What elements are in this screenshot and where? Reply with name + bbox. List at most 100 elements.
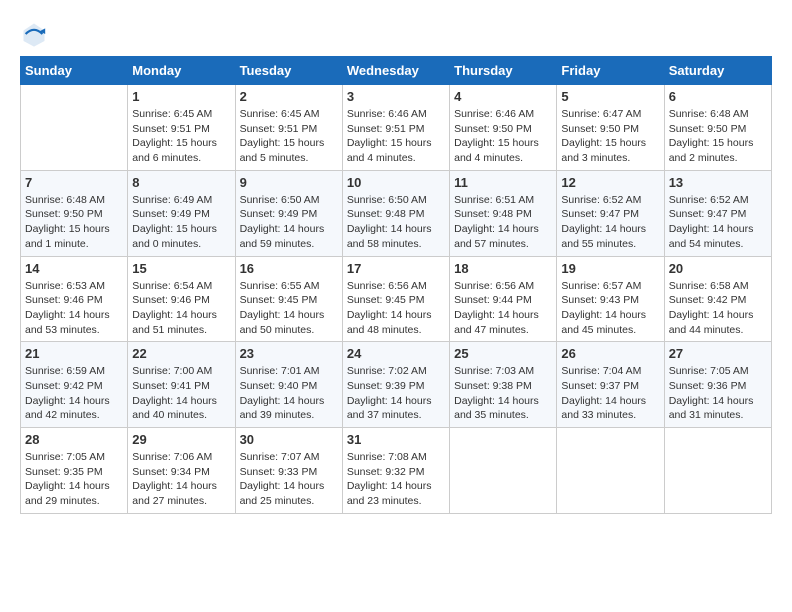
- calendar-week-row: 14 Sunrise: 6:53 AM Sunset: 9:46 PM Dayli…: [21, 256, 772, 342]
- day-number: 26: [561, 346, 659, 361]
- logo: [20, 20, 52, 48]
- calendar-cell: 29 Sunrise: 7:06 AM Sunset: 9:34 PM Dayli…: [128, 428, 235, 514]
- calendar-cell: 1 Sunrise: 6:45 AM Sunset: 9:51 PM Daylig…: [128, 85, 235, 171]
- calendar-cell: 30 Sunrise: 7:07 AM Sunset: 9:33 PM Dayli…: [235, 428, 342, 514]
- day-number: 16: [240, 261, 338, 276]
- day-info: Sunrise: 7:05 AM Sunset: 9:35 PM Dayligh…: [25, 450, 123, 509]
- day-number: 2: [240, 89, 338, 104]
- day-info: Sunrise: 6:56 AM Sunset: 9:45 PM Dayligh…: [347, 279, 445, 338]
- day-info: Sunrise: 6:50 AM Sunset: 9:48 PM Dayligh…: [347, 193, 445, 252]
- day-header-wednesday: Wednesday: [342, 57, 449, 85]
- day-number: 15: [132, 261, 230, 276]
- calendar-cell: 11 Sunrise: 6:51 AM Sunset: 9:48 PM Dayli…: [450, 170, 557, 256]
- day-info: Sunrise: 6:57 AM Sunset: 9:43 PM Dayligh…: [561, 279, 659, 338]
- day-number: 19: [561, 261, 659, 276]
- calendar-cell: 18Sunrise: 6:56 AM Sunset: 9:44 PM Dayli…: [450, 256, 557, 342]
- day-number: 10: [347, 175, 445, 190]
- day-info: Sunrise: 6:52 AM Sunset: 9:47 PM Dayligh…: [561, 193, 659, 252]
- day-info: Sunrise: 6:52 AM Sunset: 9:47 PM Dayligh…: [669, 193, 767, 252]
- day-info: Sunrise: 6:48 AM Sunset: 9:50 PM Dayligh…: [25, 193, 123, 252]
- day-info: Sunrise: 6:51 AM Sunset: 9:48 PM Dayligh…: [454, 193, 552, 252]
- day-number: 22: [132, 346, 230, 361]
- day-number: 13: [669, 175, 767, 190]
- calendar-cell: 24 Sunrise: 7:02 AM Sunset: 9:39 PM Dayli…: [342, 342, 449, 428]
- calendar-cell: 16 Sunrise: 6:55 AM Sunset: 9:45 PM Dayli…: [235, 256, 342, 342]
- day-number: 17: [347, 261, 445, 276]
- calendar-cell: 26Sunrise: 7:04 AM Sunset: 9:37 PM Dayli…: [557, 342, 664, 428]
- day-info: Sunrise: 7:06 AM Sunset: 9:34 PM Dayligh…: [132, 450, 230, 509]
- calendar-week-row: 21 Sunrise: 6:59 AM Sunset: 9:42 PM Dayli…: [21, 342, 772, 428]
- calendar-cell: 25Sunrise: 7:03 AM Sunset: 9:38 PM Dayli…: [450, 342, 557, 428]
- day-info: Sunrise: 7:08 AM Sunset: 9:32 PM Dayligh…: [347, 450, 445, 509]
- calendar-cell: 8 Sunrise: 6:49 AM Sunset: 9:49 PM Daylig…: [128, 170, 235, 256]
- calendar-cell: 17 Sunrise: 6:56 AM Sunset: 9:45 PM Dayli…: [342, 256, 449, 342]
- calendar-cell: 21 Sunrise: 6:59 AM Sunset: 9:42 PM Dayli…: [21, 342, 128, 428]
- day-number: 5: [561, 89, 659, 104]
- day-number: 8: [132, 175, 230, 190]
- calendar-cell: 4Sunrise: 6:46 AM Sunset: 9:50 PM Daylig…: [450, 85, 557, 171]
- day-number: 21: [25, 346, 123, 361]
- day-info: Sunrise: 7:02 AM Sunset: 9:39 PM Dayligh…: [347, 364, 445, 423]
- calendar-cell: 31 Sunrise: 7:08 AM Sunset: 9:32 PM Dayli…: [342, 428, 449, 514]
- day-info: Sunrise: 7:00 AM Sunset: 9:41 PM Dayligh…: [132, 364, 230, 423]
- calendar-cell: 10 Sunrise: 6:50 AM Sunset: 9:48 PM Dayli…: [342, 170, 449, 256]
- day-number: 30: [240, 432, 338, 447]
- day-number: 4: [454, 89, 552, 104]
- day-header-tuesday: Tuesday: [235, 57, 342, 85]
- calendar-week-row: 28 Sunrise: 7:05 AM Sunset: 9:35 PM Dayli…: [21, 428, 772, 514]
- day-info: Sunrise: 6:56 AM Sunset: 9:44 PM Dayligh…: [454, 279, 552, 338]
- calendar-cell: 27Sunrise: 7:05 AM Sunset: 9:36 PM Dayli…: [664, 342, 771, 428]
- calendar-table: SundayMondayTuesdayWednesdayThursdayFrid…: [20, 56, 772, 514]
- day-number: 11: [454, 175, 552, 190]
- calendar-cell: 2 Sunrise: 6:45 AM Sunset: 9:51 PM Daylig…: [235, 85, 342, 171]
- day-number: 3: [347, 89, 445, 104]
- calendar-cell: 3 Sunrise: 6:46 AM Sunset: 9:51 PM Daylig…: [342, 85, 449, 171]
- calendar-week-row: 7 Sunrise: 6:48 AM Sunset: 9:50 PM Daylig…: [21, 170, 772, 256]
- logo-icon: [20, 20, 48, 48]
- day-info: Sunrise: 6:50 AM Sunset: 9:49 PM Dayligh…: [240, 193, 338, 252]
- day-info: Sunrise: 6:53 AM Sunset: 9:46 PM Dayligh…: [25, 279, 123, 338]
- calendar-cell: [664, 428, 771, 514]
- day-info: Sunrise: 6:46 AM Sunset: 9:51 PM Dayligh…: [347, 107, 445, 166]
- day-number: 24: [347, 346, 445, 361]
- day-number: 7: [25, 175, 123, 190]
- day-number: 14: [25, 261, 123, 276]
- day-info: Sunrise: 6:45 AM Sunset: 9:51 PM Dayligh…: [240, 107, 338, 166]
- day-number: 28: [25, 432, 123, 447]
- day-number: 1: [132, 89, 230, 104]
- calendar-header-row: SundayMondayTuesdayWednesdayThursdayFrid…: [21, 57, 772, 85]
- day-number: 23: [240, 346, 338, 361]
- calendar-cell: 15 Sunrise: 6:54 AM Sunset: 9:46 PM Dayli…: [128, 256, 235, 342]
- calendar-cell: [557, 428, 664, 514]
- day-info: Sunrise: 7:01 AM Sunset: 9:40 PM Dayligh…: [240, 364, 338, 423]
- calendar-cell: 9Sunrise: 6:50 AM Sunset: 9:49 PM Daylig…: [235, 170, 342, 256]
- day-header-monday: Monday: [128, 57, 235, 85]
- calendar-cell: 19 Sunrise: 6:57 AM Sunset: 9:43 PM Dayli…: [557, 256, 664, 342]
- calendar-cell: 22 Sunrise: 7:00 AM Sunset: 9:41 PM Dayli…: [128, 342, 235, 428]
- day-info: Sunrise: 6:54 AM Sunset: 9:46 PM Dayligh…: [132, 279, 230, 338]
- day-header-thursday: Thursday: [450, 57, 557, 85]
- day-info: Sunrise: 7:03 AM Sunset: 9:38 PM Dayligh…: [454, 364, 552, 423]
- page-header: [20, 20, 772, 48]
- calendar-cell: 12 Sunrise: 6:52 AM Sunset: 9:47 PM Dayli…: [557, 170, 664, 256]
- day-info: Sunrise: 6:49 AM Sunset: 9:49 PM Dayligh…: [132, 193, 230, 252]
- day-number: 12: [561, 175, 659, 190]
- day-info: Sunrise: 6:48 AM Sunset: 9:50 PM Dayligh…: [669, 107, 767, 166]
- day-header-sunday: Sunday: [21, 57, 128, 85]
- day-number: 31: [347, 432, 445, 447]
- day-info: Sunrise: 6:58 AM Sunset: 9:42 PM Dayligh…: [669, 279, 767, 338]
- day-number: 29: [132, 432, 230, 447]
- day-info: Sunrise: 7:07 AM Sunset: 9:33 PM Dayligh…: [240, 450, 338, 509]
- calendar-cell: 14 Sunrise: 6:53 AM Sunset: 9:46 PM Dayli…: [21, 256, 128, 342]
- day-info: Sunrise: 6:55 AM Sunset: 9:45 PM Dayligh…: [240, 279, 338, 338]
- calendar-cell: 23 Sunrise: 7:01 AM Sunset: 9:40 PM Dayli…: [235, 342, 342, 428]
- calendar-cell: 7 Sunrise: 6:48 AM Sunset: 9:50 PM Daylig…: [21, 170, 128, 256]
- calendar-cell: 5Sunrise: 6:47 AM Sunset: 9:50 PM Daylig…: [557, 85, 664, 171]
- day-info: Sunrise: 6:59 AM Sunset: 9:42 PM Dayligh…: [25, 364, 123, 423]
- day-info: Sunrise: 6:45 AM Sunset: 9:51 PM Dayligh…: [132, 107, 230, 166]
- calendar-cell: [450, 428, 557, 514]
- calendar-cell: 20Sunrise: 6:58 AM Sunset: 9:42 PM Dayli…: [664, 256, 771, 342]
- day-info: Sunrise: 7:05 AM Sunset: 9:36 PM Dayligh…: [669, 364, 767, 423]
- calendar-cell: 6Sunrise: 6:48 AM Sunset: 9:50 PM Daylig…: [664, 85, 771, 171]
- calendar-week-row: 1 Sunrise: 6:45 AM Sunset: 9:51 PM Daylig…: [21, 85, 772, 171]
